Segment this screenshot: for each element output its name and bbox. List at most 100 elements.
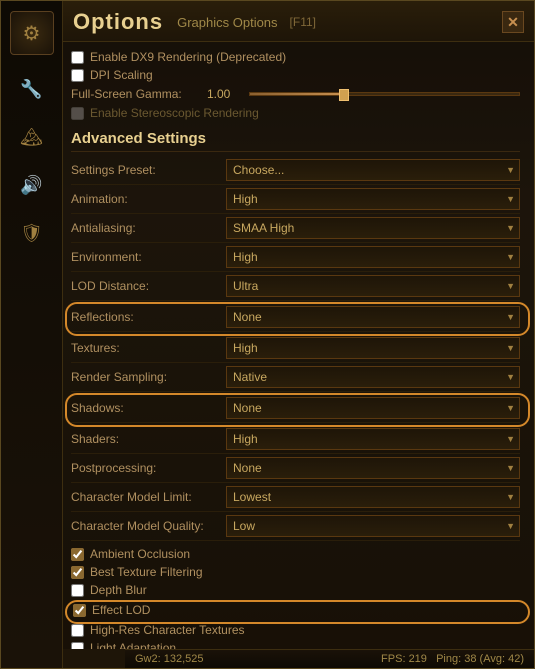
effect-lod-row: Effect LOD [71, 601, 520, 619]
char-model-quality-label: Character Model Quality: [71, 519, 226, 533]
sidebar-icon-landscape[interactable]: 🏔 [10, 115, 54, 159]
animation-value: High [233, 192, 258, 206]
main-content: Options Graphics Options [F11] ✕ Enable … [63, 1, 534, 668]
gamma-label: Full-Screen Gamma: [71, 87, 201, 101]
environment-label: Environment: [71, 250, 226, 264]
char-model-quality-dropdown[interactable]: Low [226, 515, 520, 537]
ambient-occlusion-checkbox[interactable] [71, 548, 84, 561]
render-sampling-row: Render Sampling: Native [71, 363, 520, 392]
preset-dropdown[interactable]: Choose... [226, 159, 520, 181]
window-subtitle: Graphics Options [177, 15, 277, 30]
light-adaptation-row: Light Adaptation [71, 639, 520, 649]
bottom-bar: Gw2: 132,525 FPS: 219 Ping: 38 (Avg: 42) [125, 649, 534, 668]
landscape-icon: 🏔 [20, 127, 43, 148]
animation-label: Animation: [71, 192, 226, 206]
high-res-textures-label: High-Res Character Textures [90, 623, 245, 637]
ambient-occlusion-label: Ambient Occlusion [90, 547, 190, 561]
render-sampling-value: Native [233, 370, 267, 384]
close-button[interactable]: ✕ [502, 11, 524, 33]
reflections-row: Reflections: None [71, 303, 520, 332]
sidebar-icon-shield[interactable]: 🛡 [10, 211, 54, 255]
char-model-limit-label: Character Model Limit: [71, 490, 226, 504]
shadows-value: None [233, 401, 262, 415]
textures-label: Textures: [71, 341, 226, 355]
environment-dropdown[interactable]: High [226, 246, 520, 268]
postprocessing-value: None [233, 461, 262, 475]
environment-value: High [233, 250, 258, 264]
gamma-value: 1.00 [207, 87, 243, 101]
high-res-textures-row: High-Res Character Textures [71, 621, 520, 639]
animation-row: Animation: High [71, 185, 520, 214]
textures-dropdown[interactable]: High [226, 337, 520, 359]
dx9-checkbox-row: Enable DX9 Rendering (Deprecated) [71, 48, 520, 66]
preset-row: Settings Preset: Choose... [71, 156, 520, 185]
char-model-limit-dropdown[interactable]: Lowest [226, 486, 520, 508]
reflections-dropdown[interactable]: None [226, 306, 520, 328]
fps-info: FPS: 219 Ping: 38 (Avg: 42) [381, 653, 524, 665]
lod-dropdown[interactable]: Ultra [226, 275, 520, 297]
advanced-header: Advanced Settings [71, 122, 520, 152]
sidebar-icon-wrench[interactable]: 🔧 [10, 67, 54, 111]
shadows-label: Shadows: [71, 401, 226, 415]
antialiasing-row: Antialiasing: SMAA High [71, 214, 520, 243]
postprocessing-row: Postprocessing: None [71, 454, 520, 483]
sound-icon: 🔊 [20, 175, 42, 196]
ping-label: Ping: [436, 653, 461, 665]
light-adaptation-checkbox[interactable] [71, 642, 84, 650]
gw2-label: Gw2: [135, 653, 161, 665]
textures-value: High [233, 341, 258, 355]
depth-blur-row: Depth Blur [71, 581, 520, 599]
preset-label: Settings Preset: [71, 163, 226, 177]
shadows-row: Shadows: None [71, 394, 520, 423]
checkbox-section: Ambient Occlusion Best Texture Filtering… [71, 541, 520, 649]
best-texture-checkbox[interactable] [71, 566, 84, 579]
best-texture-row: Best Texture Filtering [71, 563, 520, 581]
antialiasing-value: SMAA High [233, 221, 294, 235]
wrench-icon: 🔧 [20, 79, 42, 100]
animation-dropdown[interactable]: High [226, 188, 520, 210]
dpi-checkbox-row: DPI Scaling [71, 66, 520, 84]
reflections-value: None [233, 310, 262, 324]
environment-row: Environment: High [71, 243, 520, 272]
shaders-row: Shaders: High [71, 425, 520, 454]
dpi-label: DPI Scaling [90, 68, 153, 82]
shaders-label: Shaders: [71, 432, 226, 446]
gamma-slider-track [250, 93, 344, 95]
render-sampling-dropdown[interactable]: Native [226, 366, 520, 388]
best-texture-label: Best Texture Filtering [90, 565, 203, 579]
gamma-row: Full-Screen Gamma: 1.00 [71, 84, 520, 104]
gamma-slider-thumb [339, 89, 349, 101]
gw2-info: Gw2: 132,525 [135, 653, 204, 665]
sidebar-icon-sound[interactable]: 🔊 [10, 163, 54, 207]
shaders-dropdown[interactable]: High [226, 428, 520, 450]
sidebar: ⚙ 🔧 🏔 🔊 🛡 [1, 1, 63, 668]
stereo-label: Enable Stereoscopic Rendering [90, 106, 259, 120]
sidebar-icon-gear[interactable]: ⚙ [10, 11, 54, 55]
fps-value: 219 [409, 653, 427, 665]
postprocessing-dropdown[interactable]: None [226, 457, 520, 479]
dx9-checkbox[interactable] [71, 51, 84, 64]
dpi-checkbox[interactable] [71, 69, 84, 82]
antialiasing-dropdown[interactable]: SMAA High [226, 217, 520, 239]
char-model-limit-value: Lowest [233, 490, 271, 504]
high-res-textures-checkbox[interactable] [71, 624, 84, 637]
gamma-slider[interactable] [249, 92, 520, 96]
options-window: ⚙ 🔧 🏔 🔊 🛡 Options Graphics Options [F11]… [0, 0, 535, 669]
depth-blur-checkbox[interactable] [71, 584, 84, 597]
shield-icon: 🛡 [20, 223, 43, 244]
light-adaptation-label: Light Adaptation [90, 641, 176, 649]
effect-lod-checkbox[interactable] [73, 604, 86, 617]
shaders-value: High [233, 432, 258, 446]
char-model-quality-value: Low [233, 519, 255, 533]
fps-label: FPS: [381, 653, 405, 665]
char-model-limit-row: Character Model Limit: Lowest [71, 483, 520, 512]
antialiasing-label: Antialiasing: [71, 221, 226, 235]
options-panel: Enable DX9 Rendering (Deprecated) DPI Sc… [63, 42, 534, 649]
lod-label: LOD Distance: [71, 279, 226, 293]
lod-row: LOD Distance: Ultra [71, 272, 520, 301]
render-sampling-label: Render Sampling: [71, 370, 226, 384]
gear-icon: ⚙ [23, 21, 41, 46]
postprocessing-label: Postprocessing: [71, 461, 226, 475]
stereo-checkbox[interactable] [71, 107, 84, 120]
shadows-dropdown[interactable]: None [226, 397, 520, 419]
